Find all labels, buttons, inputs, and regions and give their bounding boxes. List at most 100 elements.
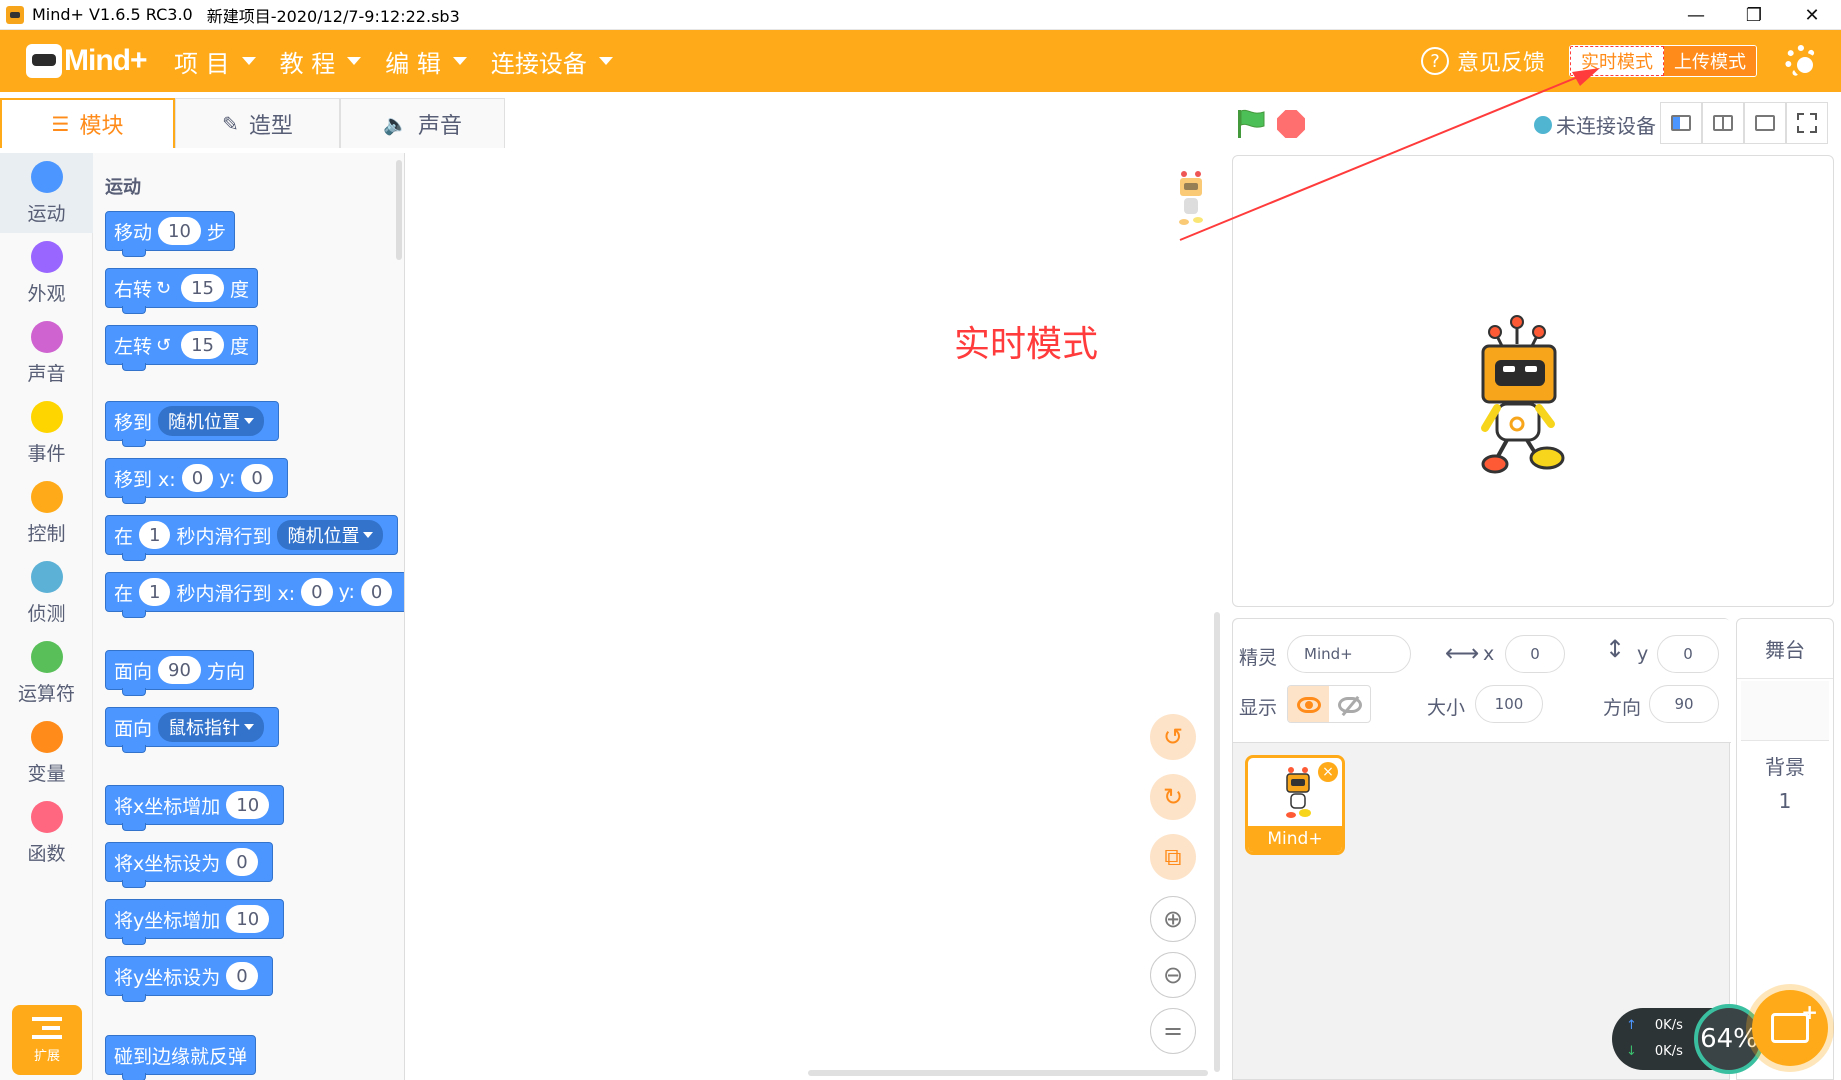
tab-blocks[interactable]: ☰ 模块	[0, 98, 175, 148]
hide-stage-button[interactable]	[1744, 102, 1786, 144]
script-vertical-scrollbar[interactable]	[1214, 612, 1220, 1072]
block-change-y[interactable]: 将y坐标增加 10	[105, 899, 285, 945]
crop-button[interactable]: ⧉	[1150, 834, 1196, 880]
menu-project-label: 项 目	[174, 49, 230, 78]
gear-icon[interactable]	[1783, 43, 1819, 79]
stage-thumbnail[interactable]	[1741, 681, 1829, 741]
close-button[interactable]: ✕	[1783, 0, 1841, 30]
category-variables[interactable]: 变量	[0, 713, 93, 793]
block-number-input[interactable]: 10	[226, 791, 270, 819]
block-set-x[interactable]: 将x坐标设为 0	[105, 842, 273, 888]
menu-edit-label: 编 辑	[385, 49, 441, 78]
block-dropdown[interactable]: 鼠标指针	[158, 712, 265, 742]
category-control[interactable]: 控制	[0, 473, 93, 553]
stop-icon[interactable]	[1277, 110, 1305, 138]
tab-sounds[interactable]: 🔈 声音	[340, 98, 505, 148]
zoom-reset-button[interactable]: =	[1150, 1008, 1196, 1054]
crop-icon: ⧉	[1164, 843, 1182, 871]
block-number-input[interactable]: 90	[158, 656, 201, 684]
sprite-name-input[interactable]: Mind+	[1287, 635, 1411, 673]
palette-scrollbar[interactable]	[396, 160, 402, 260]
menu-edit[interactable]: 编 辑	[385, 44, 467, 79]
direction-input[interactable]: 90	[1649, 685, 1719, 723]
block-move-steps[interactable]: 移动 10 步	[105, 211, 235, 257]
block-text: 秒内滑行到	[176, 525, 272, 548]
menu-tutorial[interactable]: 教 程	[280, 44, 362, 79]
block-number-input[interactable]: 10	[158, 217, 201, 245]
script-horizontal-scrollbar[interactable]	[808, 1070, 1208, 1076]
block-number-input[interactable]: 0	[226, 962, 258, 990]
category-operators[interactable]: 运算符	[0, 633, 93, 713]
menu-connect-device[interactable]: 连接设备	[491, 44, 613, 79]
zoom-in-button[interactable]: ⊕	[1150, 896, 1196, 942]
maximize-button[interactable]: ❐	[1725, 0, 1783, 30]
category-dot-icon	[30, 240, 63, 273]
block-number-input[interactable]: 1	[139, 521, 171, 549]
block-number-input[interactable]: 15	[181, 274, 225, 302]
block-goto-menu[interactable]: 移到 随机位置	[105, 401, 280, 447]
block-dropdown[interactable]: 随机位置	[277, 520, 384, 550]
block-glide-xy[interactable]: 在 1 秒内滑行到 x: 0 y: 0	[105, 572, 404, 618]
zoom-out-button[interactable]: ⊖	[1150, 952, 1196, 998]
menu-right: ? 意见反馈 实时模式 上传模式	[1420, 30, 1841, 92]
extension-button[interactable]: 扩展	[12, 1005, 82, 1075]
category-label: 事件	[27, 442, 66, 465]
feedback-button[interactable]: ? 意见反馈	[1420, 45, 1545, 77]
backdrop-count: 1	[1778, 789, 1792, 813]
block-point-direction[interactable]: 面向 90 方向	[105, 650, 254, 696]
logo-text: Mind+	[64, 44, 147, 77]
script-area[interactable]	[406, 153, 1222, 1080]
block-dropdown[interactable]: 随机位置	[158, 406, 265, 436]
category-events[interactable]: 事件	[0, 393, 93, 473]
block-change-x[interactable]: 将x坐标增加 10	[105, 785, 285, 831]
hide-sprite-button[interactable]	[1329, 686, 1370, 722]
device-connection-status[interactable]: 未连接设备	[1534, 110, 1656, 139]
green-flag-icon[interactable]	[1236, 108, 1266, 140]
block-turn-right[interactable]: 右转 ↻ 15 度	[105, 268, 259, 314]
block-number-input[interactable]: 1	[139, 578, 171, 606]
category-motion[interactable]: 运动	[0, 153, 93, 233]
category-sound[interactable]: 声音	[0, 313, 93, 393]
large-stage-button[interactable]	[1702, 102, 1744, 144]
fullscreen-button[interactable]	[1786, 102, 1828, 144]
block-number-input[interactable]: 0	[360, 578, 393, 606]
undo-button[interactable]: ↺	[1150, 714, 1196, 760]
category-sensing[interactable]: 侦测	[0, 553, 93, 633]
upload-speed: ↑ 0K/s	[1626, 1018, 1683, 1033]
category-looks[interactable]: 外观	[0, 233, 93, 313]
palette-section-title: 运动	[105, 177, 141, 198]
category-functions[interactable]: 函数	[0, 793, 93, 873]
block-glide-menu[interactable]: 在 1 秒内滑行到 随机位置	[105, 515, 399, 561]
block-number-input[interactable]: 0	[301, 578, 333, 606]
block-set-y[interactable]: 将y坐标设为 0	[105, 956, 273, 1002]
add-backdrop-button[interactable]	[1752, 990, 1828, 1066]
undo-icon: ↺	[1162, 723, 1184, 751]
y-position-input[interactable]: 0	[1657, 635, 1719, 673]
block-number-input[interactable]: 0	[241, 464, 273, 492]
delete-sprite-button[interactable]: ×	[1318, 762, 1338, 782]
minimize-button[interactable]: —	[1667, 0, 1725, 30]
block-point-towards[interactable]: 面向 鼠标指针	[105, 707, 280, 753]
block-number-input[interactable]: 15	[181, 331, 225, 359]
redo-button[interactable]: ↻	[1150, 774, 1196, 820]
eye-icon	[1296, 697, 1321, 713]
block-turn-left[interactable]: 左转 ↺ 15 度	[105, 325, 259, 371]
show-sprite-button[interactable]	[1288, 686, 1329, 722]
realtime-mode-button[interactable]: 实时模式	[1570, 46, 1664, 76]
mind-plus-robot-sprite[interactable]	[1467, 308, 1567, 474]
small-stage-button[interactable]	[1660, 102, 1702, 144]
tab-costumes[interactable]: ✎ 造型	[175, 98, 340, 148]
category-label: 变量	[27, 762, 66, 785]
size-input[interactable]: 100	[1475, 685, 1543, 723]
stage-canvas[interactable]	[1232, 155, 1834, 607]
block-bounce[interactable]: 碰到边缘就反弹	[105, 1035, 257, 1080]
menu-project[interactable]: 项 目	[174, 44, 256, 79]
redo-icon: ↻	[1162, 783, 1184, 811]
upload-mode-button[interactable]: 上传模式	[1664, 46, 1756, 76]
block-number-input[interactable]: 0	[181, 464, 214, 492]
block-number-input[interactable]: 10	[226, 905, 270, 933]
block-number-input[interactable]: 0	[226, 848, 258, 876]
sprite-item[interactable]: × Mind+	[1245, 755, 1345, 855]
block-goto-xy[interactable]: 移到 x: 0 y: 0	[105, 458, 288, 504]
x-position-input[interactable]: 0	[1505, 635, 1565, 673]
